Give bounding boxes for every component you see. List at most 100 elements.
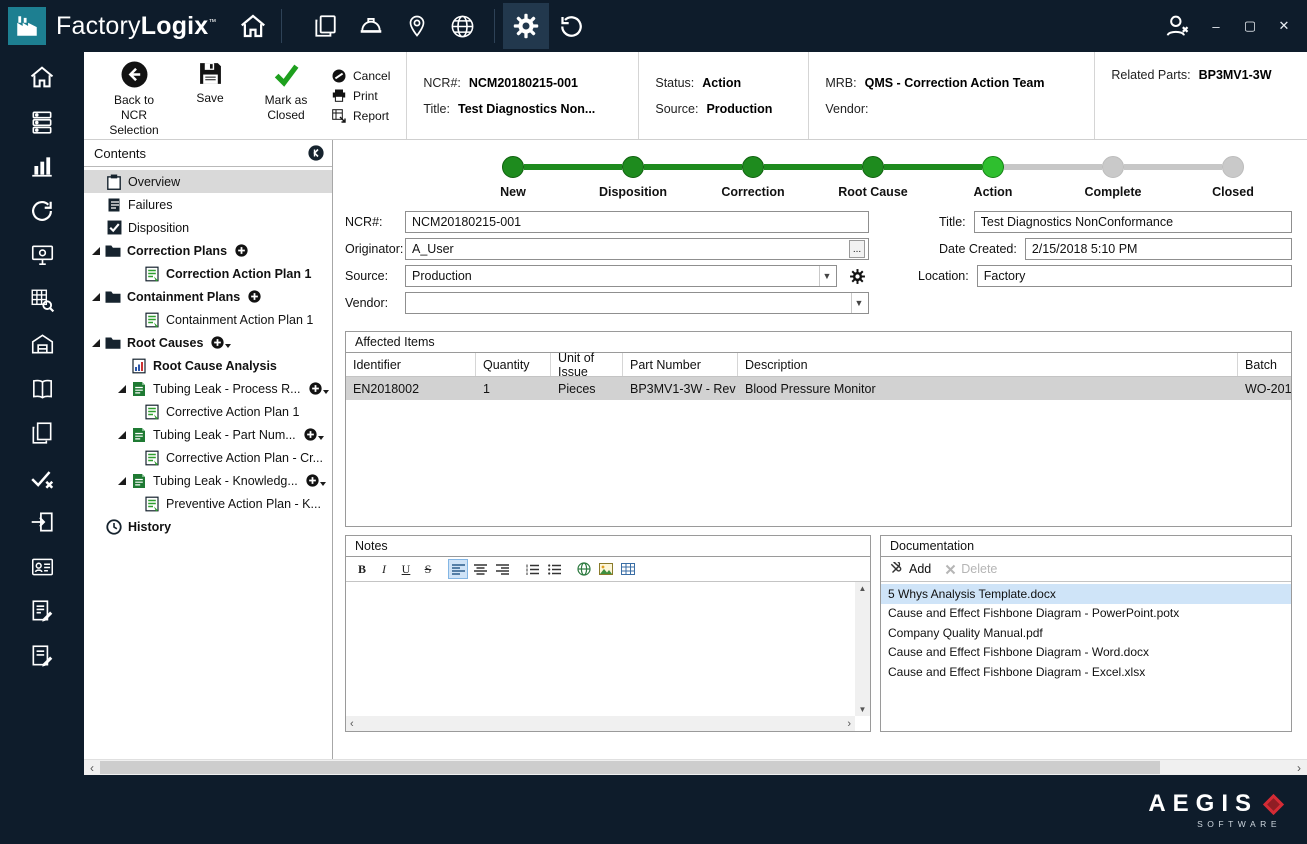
close-button[interactable]: ✕ bbox=[1275, 18, 1293, 34]
id-card-icon[interactable] bbox=[27, 552, 57, 582]
column-header-quantity[interactable]: Quantity bbox=[476, 353, 551, 376]
affected-item-row[interactable]: EN2018002 1 Pieces BP3MV1-3W - Rev 1 Blood P… bbox=[346, 377, 1291, 400]
location-input[interactable]: Factory bbox=[976, 265, 1292, 287]
tree-item-overview[interactable]: Overview bbox=[84, 170, 332, 193]
documents-icon[interactable] bbox=[27, 418, 57, 448]
align-center-button[interactable] bbox=[470, 559, 490, 579]
document-list-item[interactable]: Cause and Effect Fishbone Diagram - Word… bbox=[881, 643, 1291, 663]
warehouse-icon[interactable] bbox=[27, 329, 57, 359]
notes-vertical-scrollbar[interactable]: ▲ ▼ bbox=[855, 582, 870, 716]
document-list-item[interactable]: Cause and Effect Fishbone Diagram - Powe… bbox=[881, 604, 1291, 624]
insert-image-icon[interactable] bbox=[596, 559, 616, 579]
tree-item-failures[interactable]: Failures bbox=[84, 193, 332, 216]
tree-item-tubing-leak-knowledg[interactable]: Tubing Leak - Knowledg... bbox=[84, 469, 332, 492]
title-input[interactable]: Test Diagnostics NonConformance bbox=[973, 211, 1292, 233]
refresh-icon[interactable] bbox=[27, 196, 57, 226]
mark-as-closed-button[interactable]: Mark as Closed bbox=[248, 52, 324, 139]
library-icon[interactable] bbox=[27, 374, 57, 404]
source-settings-gear-icon[interactable] bbox=[849, 268, 866, 285]
add-plus-icon[interactable] bbox=[308, 382, 322, 395]
document-list-item[interactable]: 5 Whys Analysis Template.docx bbox=[881, 584, 1291, 604]
tree-item-root-causes[interactable]: Root Causes bbox=[84, 331, 332, 354]
add-menu-caret-icon[interactable] bbox=[317, 435, 324, 440]
strikethrough-button[interactable]: S bbox=[418, 559, 438, 579]
add-menu-caret-icon[interactable] bbox=[319, 481, 326, 486]
scroll-left-icon[interactable]: ‹ bbox=[84, 761, 100, 775]
home-icon[interactable] bbox=[233, 6, 273, 46]
vendor-combobox[interactable]: ▼ bbox=[405, 292, 869, 314]
vendor-dropdown-arrow-icon[interactable]: ▼ bbox=[851, 293, 866, 313]
home-icon[interactable] bbox=[27, 62, 57, 92]
tree-item-tubing-leak-part-num[interactable]: Tubing Leak - Part Num... bbox=[84, 423, 332, 446]
add-plus-icon[interactable] bbox=[235, 244, 248, 257]
add-plus-icon[interactable] bbox=[211, 336, 225, 349]
italic-button[interactable]: I bbox=[374, 559, 394, 579]
add-menu-caret-icon[interactable] bbox=[322, 389, 329, 394]
report-button[interactable]: Report bbox=[332, 109, 390, 123]
map-pin-icon[interactable] bbox=[394, 3, 440, 49]
ncr-input[interactable]: NCM20180215-001 bbox=[405, 211, 869, 233]
scroll-up-icon[interactable]: ▲ bbox=[859, 584, 867, 593]
handoff-icon[interactable] bbox=[27, 507, 57, 537]
column-header-unit-of-issue[interactable]: Unit of Issue bbox=[551, 351, 623, 379]
layers-icon[interactable] bbox=[302, 3, 348, 49]
tree-item-corrective-action-plan-1[interactable]: Corrective Action Plan 1 bbox=[84, 400, 332, 423]
document-list-item[interactable]: Cause and Effect Fishbone Diagram - Exce… bbox=[881, 662, 1291, 682]
column-header-description[interactable]: Description bbox=[738, 353, 1238, 376]
bold-button[interactable]: B bbox=[352, 559, 372, 579]
tree-item-correction-plans[interactable]: Correction Plans bbox=[84, 239, 332, 262]
scrollbar-thumb[interactable] bbox=[100, 761, 1160, 774]
collapse-all-icon[interactable] bbox=[308, 145, 324, 161]
expander-caret-icon[interactable] bbox=[92, 246, 100, 255]
tree-item-preventive-action-plan-k[interactable]: Preventive Action Plan - K... bbox=[84, 492, 332, 515]
originator-input[interactable]: A_User ... bbox=[405, 238, 869, 260]
tree-item-history[interactable]: History bbox=[84, 515, 332, 538]
column-header-batch[interactable]: Batch bbox=[1238, 353, 1291, 376]
save-button[interactable]: Save bbox=[172, 52, 248, 139]
bullet-list-button[interactable] bbox=[544, 559, 564, 579]
production-icon[interactable] bbox=[27, 107, 57, 137]
back-to-ncr-selection-button[interactable]: Back to NCR Selection bbox=[96, 52, 172, 139]
print-button[interactable]: Print bbox=[332, 89, 390, 103]
scroll-right-icon[interactable]: › bbox=[1291, 761, 1307, 775]
table-search-icon[interactable] bbox=[27, 285, 57, 315]
align-left-button[interactable] bbox=[448, 559, 468, 579]
source-dropdown-arrow-icon[interactable]: ▼ bbox=[819, 266, 834, 286]
scroll-down-icon[interactable]: ▼ bbox=[859, 705, 867, 714]
tree-item-root-cause-analysis[interactable]: Root Cause Analysis bbox=[84, 354, 332, 377]
hardhat-icon[interactable] bbox=[348, 3, 394, 49]
user-logout-icon[interactable] bbox=[1163, 12, 1191, 40]
add-plus-icon[interactable] bbox=[306, 474, 319, 487]
maximize-button[interactable]: ▢ bbox=[1241, 18, 1259, 34]
tree-item-containment-action-plan-1[interactable]: Containment Action Plan 1 bbox=[84, 308, 332, 331]
gear-icon[interactable] bbox=[502, 3, 549, 49]
scroll-right-icon[interactable]: › bbox=[847, 718, 851, 730]
insert-table-icon[interactable] bbox=[618, 559, 638, 579]
add-plus-icon[interactable] bbox=[248, 290, 261, 303]
main-horizontal-scrollbar[interactable]: ‹ › bbox=[84, 759, 1307, 775]
expander-caret-icon[interactable] bbox=[118, 476, 126, 485]
globe-icon[interactable] bbox=[440, 3, 486, 49]
document-list-item[interactable]: Company Quality Manual.pdf bbox=[881, 623, 1291, 643]
tree-item-corrective-action-plan-cr[interactable]: Corrective Action Plan - Cr... bbox=[84, 446, 332, 469]
column-header-identifier[interactable]: Identifier bbox=[346, 353, 476, 376]
document-edit-alt-icon[interactable] bbox=[27, 641, 57, 671]
add-document-button[interactable]: Add bbox=[890, 561, 931, 577]
expander-caret-icon[interactable] bbox=[92, 292, 100, 301]
tree-item-disposition[interactable]: Disposition bbox=[84, 216, 332, 239]
tree-item-tubing-leak-process-r[interactable]: Tubing Leak - Process R... bbox=[84, 377, 332, 400]
expander-caret-icon[interactable] bbox=[92, 338, 100, 347]
tree-item-containment-plans[interactable]: Containment Plans bbox=[84, 285, 332, 308]
tree-item-correction-action-plan-1[interactable]: Correction Action Plan 1 bbox=[84, 262, 332, 285]
originator-browse-button[interactable]: ... bbox=[849, 240, 865, 258]
analytics-icon[interactable] bbox=[27, 151, 57, 181]
workstation-icon[interactable] bbox=[27, 240, 57, 270]
cancel-button[interactable]: Cancel bbox=[332, 69, 390, 83]
source-combobox[interactable]: Production ▼ bbox=[405, 265, 837, 287]
date-created-input[interactable]: 2/15/2018 5:10 PM bbox=[1024, 238, 1292, 260]
notes-editor[interactable] bbox=[346, 582, 855, 716]
history-icon[interactable] bbox=[549, 3, 595, 49]
column-header-part-number[interactable]: Part Number bbox=[623, 353, 738, 376]
numbered-list-button[interactable] bbox=[522, 559, 542, 579]
quality-check-icon[interactable] bbox=[27, 463, 57, 493]
